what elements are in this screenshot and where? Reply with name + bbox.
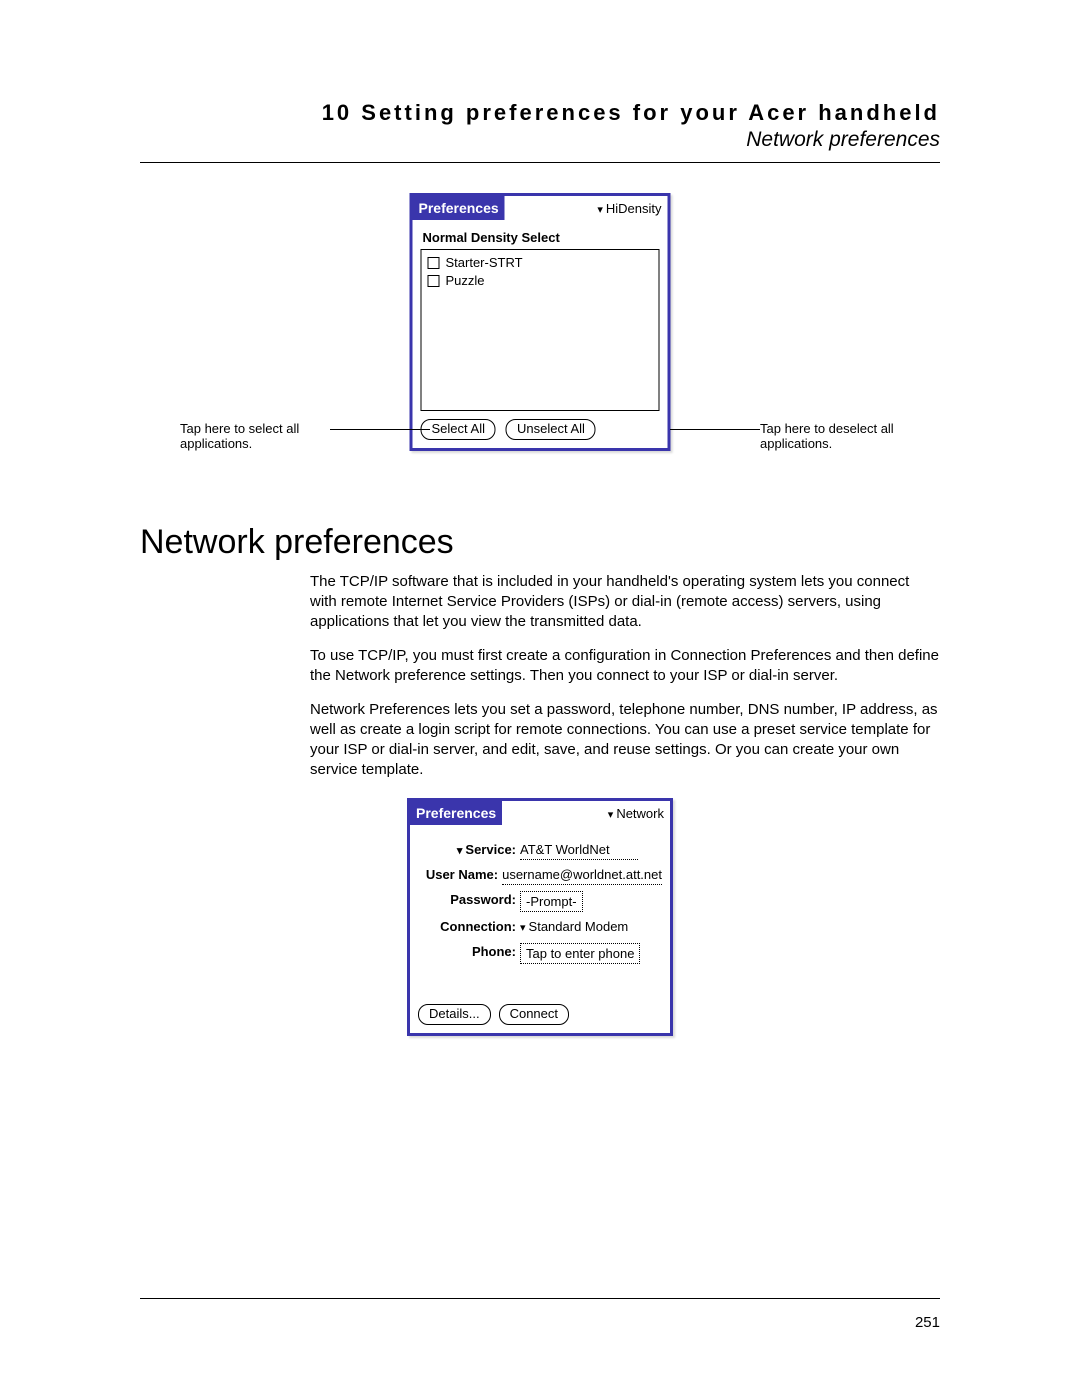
page-number: 251 [915,1314,940,1331]
paragraph: The TCP/IP software that is included in … [310,572,940,632]
hidensity-title: Preferences [413,196,505,220]
hidensity-titlebar: Preferences HiDensity [413,196,668,220]
density-app-list: Starter-STRT Puzzle [421,249,660,411]
connection-value: Standard Modem [529,919,629,934]
phone-value[interactable]: Tap to enter phone [520,943,640,964]
select-all-button[interactable]: Select All [421,419,496,440]
density-app-label: Puzzle [446,272,485,290]
density-app-item[interactable]: Starter-STRT [428,254,653,272]
username-row: User Name: username@worldnet.att.net [418,866,662,885]
figure-hidensity: Preferences HiDensity Normal Density Sel… [140,193,940,493]
hidensity-window: Preferences HiDensity Normal Density Sel… [410,193,671,451]
password-value[interactable]: -Prompt- [520,891,583,912]
page-header: 10 Setting preferences for your Acer han… [140,100,940,152]
callout-select-all: Tap here to select all applications. [180,421,330,451]
figure-network: Preferences Network Service: AT&T WorldN… [140,798,940,1036]
density-app-label: Starter-STRT [446,254,523,272]
username-label: User Name: [418,866,502,883]
hidensity-category-dropdown[interactable]: HiDensity [597,201,667,216]
details-button[interactable]: Details... [418,1004,491,1025]
density-list-label: Normal Density Select [423,230,660,245]
network-titlebar: Preferences Network [410,801,670,825]
leader-line-left [330,429,430,430]
service-label: Service: [465,842,516,857]
checkbox-icon[interactable] [428,257,440,269]
network-window: Preferences Network Service: AT&T WorldN… [407,798,673,1036]
hidensity-body: Normal Density Select Starter-STRT Puzzl… [413,220,668,448]
leader-line-right [670,429,760,430]
phone-label: Phone: [418,943,520,960]
footer-rule [140,1298,940,1299]
unselect-all-button[interactable]: Unselect All [506,419,596,440]
section-body: The TCP/IP software that is included in … [310,572,940,780]
network-title: Preferences [410,801,502,825]
header-rule [140,162,940,163]
network-button-row: Details... Connect [418,1004,662,1025]
manual-page: 10 Setting preferences for your Acer han… [0,0,1080,1397]
username-value[interactable]: username@worldnet.att.net [502,866,662,885]
paragraph: Network Preferences lets you set a passw… [310,700,940,780]
section-heading: Network preferences [140,523,940,562]
paragraph: To use TCP/IP, you must first create a c… [310,646,940,686]
connect-button[interactable]: Connect [499,1004,569,1025]
hidensity-button-row: Select All Unselect All [421,419,660,440]
network-body: Service: AT&T WorldNet User Name: userna… [410,825,670,1033]
password-label: Password: [418,891,520,908]
service-value[interactable]: AT&T WorldNet [520,841,638,860]
chapter-title: 10 Setting preferences for your Acer han… [140,100,940,126]
checkbox-icon[interactable] [428,275,440,287]
callout-unselect-all: Tap here to deselect all applications. [760,421,910,451]
connection-row: Connection: Standard Modem [418,918,662,937]
header-section-name: Network preferences [140,128,940,152]
password-row: Password: -Prompt- [418,891,662,912]
chevron-down-icon[interactable] [520,919,529,934]
service-row: Service: AT&T WorldNet [418,841,662,860]
phone-row: Phone: Tap to enter phone [418,943,662,964]
density-app-item[interactable]: Puzzle [428,272,653,290]
network-fields: Service: AT&T WorldNet User Name: userna… [418,841,662,964]
network-category-dropdown[interactable]: Network [608,806,670,821]
connection-label: Connection: [418,918,520,935]
